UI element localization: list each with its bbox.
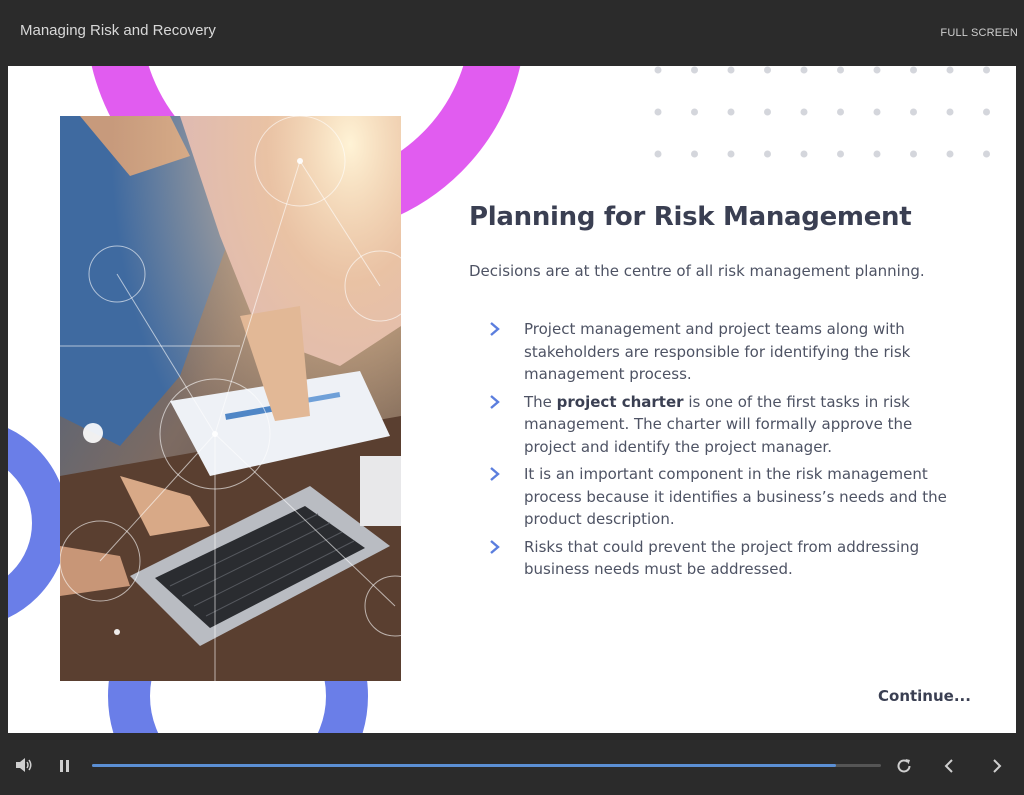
bullet-list: Project management and project teams alo… — [488, 318, 968, 586]
decorative-dot — [946, 66, 954, 74]
replay-icon[interactable] — [895, 757, 913, 775]
decorative-dot — [837, 108, 844, 116]
decorative-dot — [800, 150, 808, 158]
decorative-dot — [873, 66, 881, 74]
progress-bar[interactable] — [92, 764, 881, 767]
top-bar: Managing Risk and Recovery FULL SCREEN — [0, 0, 1024, 66]
bullet-text: Project management and project teams alo… — [524, 320, 911, 383]
decorative-dot — [873, 108, 881, 116]
decorative-dot-grid — [654, 66, 990, 158]
decorative-dot — [654, 108, 662, 116]
decorative-dot — [654, 66, 662, 74]
decorative-dot — [910, 108, 917, 116]
decorative-dot — [727, 150, 735, 158]
decorative-dot — [691, 150, 698, 158]
decorative-dot — [654, 150, 662, 158]
decorative-dot — [910, 66, 917, 74]
decorative-dot — [727, 108, 735, 116]
decorative-blue-ring-left — [8, 418, 68, 628]
chevron-right-icon — [490, 539, 500, 554]
bullet-text: Risks that could prevent the project fro… — [524, 537, 920, 579]
chevron-right-icon — [490, 322, 500, 336]
bullet-bold-term: project charter — [556, 392, 684, 411]
fullscreen-button[interactable]: FULL SCREEN — [940, 27, 1018, 39]
volume-icon[interactable] — [14, 757, 34, 773]
slide-content: Planning for Risk Management Decisions a… — [8, 66, 1016, 733]
bullet-text-prefix: The — [524, 392, 557, 411]
list-item: Risks that could prevent the project fro… — [488, 536, 968, 581]
continue-button[interactable]: Continue... — [878, 687, 971, 705]
chevron-right-icon — [490, 467, 500, 481]
decorative-dot — [983, 150, 990, 158]
previous-icon[interactable] — [942, 758, 956, 774]
list-item: Project management and project teams alo… — [488, 318, 968, 386]
decorative-dot — [946, 150, 954, 158]
decorative-dot — [691, 66, 698, 74]
decorative-dot — [764, 66, 771, 74]
course-title: Managing Risk and Recovery — [20, 22, 216, 39]
slide-heading: Planning for Risk Management — [469, 202, 912, 232]
decorative-dot — [727, 66, 735, 74]
decorative-dot — [800, 108, 808, 116]
pause-icon[interactable] — [58, 759, 72, 773]
chevron-right-icon — [490, 394, 500, 409]
list-item: It is an important component in the risk… — [488, 463, 968, 531]
hero-photo — [60, 116, 401, 681]
progress-fill — [92, 764, 837, 767]
decorative-dot — [983, 66, 990, 74]
decorative-dot — [764, 108, 771, 116]
decorative-dot — [910, 150, 917, 158]
player-controls — [0, 733, 1024, 795]
decorative-dot — [837, 150, 844, 158]
list-item: The project charter is one of the first … — [488, 391, 968, 459]
decorative-dot — [873, 150, 881, 158]
next-icon[interactable] — [990, 758, 1004, 774]
decorative-dot — [837, 66, 844, 74]
decorative-dot — [764, 150, 771, 158]
decorative-dot — [946, 108, 954, 116]
bullet-text: It is an important component in the risk… — [524, 465, 947, 528]
decorative-dot — [691, 108, 698, 116]
decorative-dot — [800, 66, 808, 74]
decorative-dot — [983, 108, 990, 116]
intro-text: Decisions are at the centre of all risk … — [469, 262, 925, 280]
